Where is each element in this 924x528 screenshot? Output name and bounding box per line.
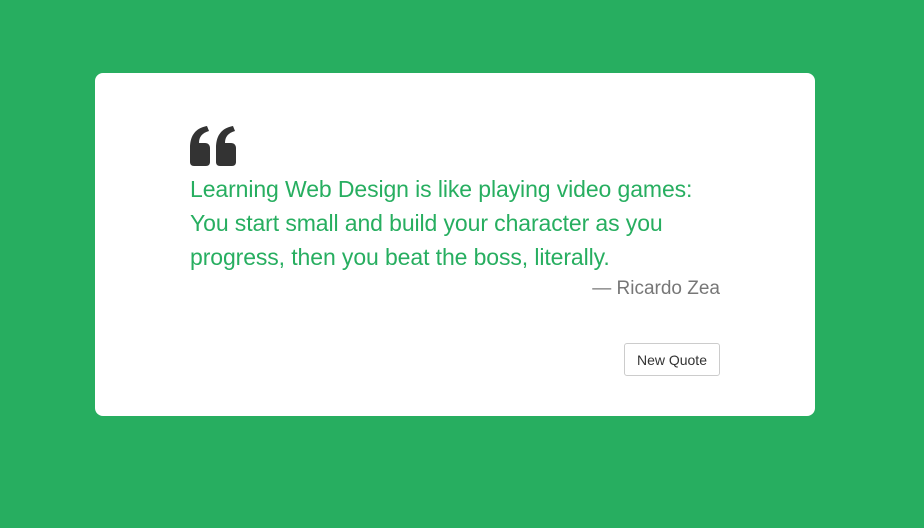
quote-author: — Ricardo Zea [592, 278, 720, 299]
quote-text: Learning Web Design is like playing vide… [190, 176, 693, 270]
quote-left-icon [190, 126, 236, 166]
new-quote-button[interactable]: New Quote [623, 343, 720, 376]
quote-card: Learning Web Design is like playing vide… [95, 73, 815, 416]
